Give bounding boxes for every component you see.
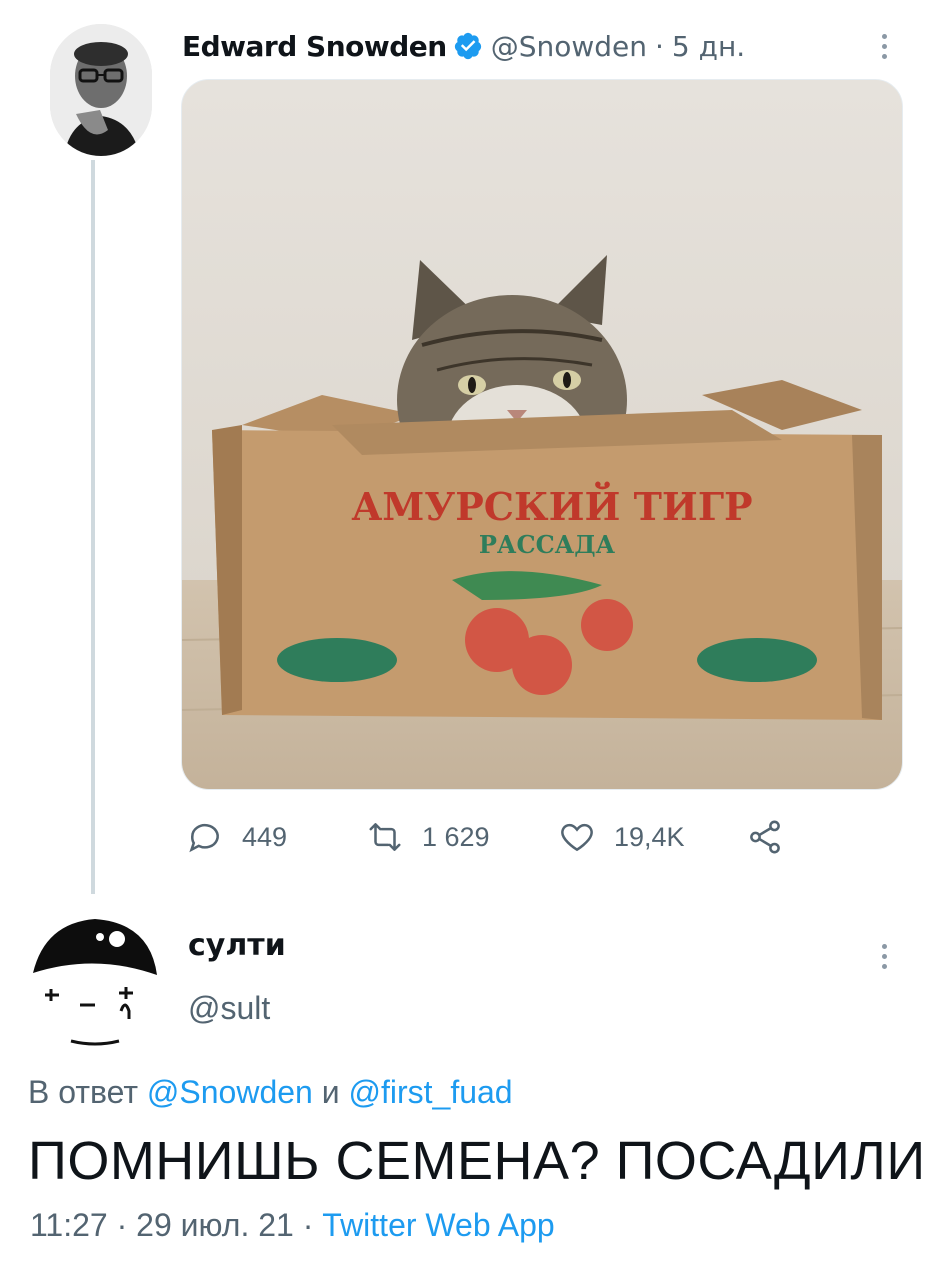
reply-action[interactable]: 449 <box>186 812 287 862</box>
thread-connector-line <box>91 160 95 894</box>
retweet-action[interactable]: 1 629 <box>366 812 490 862</box>
separator-dot: · <box>655 29 664 63</box>
tweet-header: Edward Snowden @Snowden · 5 дн. <box>182 26 745 66</box>
reply-text: ПОМНИШЬ СЕМЕНА? ПОСАДИЛИ <box>28 1131 926 1191</box>
box-subtitle: РАССАДА <box>479 530 616 559</box>
like-count: 19,4K <box>614 821 685 852</box>
reply-conjunction: и <box>321 1074 340 1110</box>
author-name[interactable]: Edward Snowden <box>182 30 447 63</box>
author-handle[interactable]: @Snowden <box>491 30 647 63</box>
reply-author-avatar[interactable] <box>25 913 165 1048</box>
verified-badge-icon <box>454 32 481 60</box>
reply-author-name[interactable]: султи <box>188 928 286 963</box>
more-icon[interactable] <box>874 936 894 976</box>
retweet-count: 1 629 <box>422 821 490 852</box>
meta-separator: · <box>116 1207 128 1243</box>
author-photo <box>50 24 152 156</box>
mention-link-1[interactable]: @Snowden <box>147 1074 313 1110</box>
retweet-icon <box>369 823 401 851</box>
reply-author-handle[interactable]: @sult <box>188 990 270 1027</box>
mention-link-2[interactable]: @first_fuad <box>348 1074 512 1110</box>
meta-separator: · <box>302 1207 314 1243</box>
reply-icon <box>189 823 219 853</box>
reply-meta: 11:27 · 29 июл. 21 · Twitter Web App <box>30 1207 555 1244</box>
author-avatar[interactable] <box>50 24 152 156</box>
reply-prefix: В ответ <box>28 1074 139 1110</box>
like-icon <box>561 823 593 852</box>
tweet-time[interactable]: 5 дн. <box>672 30 745 63</box>
more-icon[interactable] <box>874 26 894 66</box>
tweet-media-image[interactable]: АМУРСКИЙ ТИГР РАССАДА <box>181 79 903 790</box>
tweet-actions: 449 1 629 19,4K <box>186 812 806 862</box>
cat-in-box-photo: АМУРСКИЙ ТИГР РАССАДА <box>182 80 902 789</box>
box-title: АМУРСКИЙ ТИГР <box>351 482 752 529</box>
reply-context: В ответ @Snowden и @first_fuad <box>28 1074 513 1111</box>
reply-avatar-drawing <box>25 913 165 1048</box>
reply-count: 449 <box>242 821 288 852</box>
share-action[interactable] <box>746 812 784 862</box>
share-icon <box>750 820 780 854</box>
reply-time[interactable]: 11:27 <box>30 1207 108 1243</box>
like-action[interactable]: 19,4K <box>558 812 685 862</box>
reply-date[interactable]: 29 июл. 21 <box>136 1207 294 1243</box>
source-link[interactable]: Twitter Web App <box>322 1207 554 1243</box>
